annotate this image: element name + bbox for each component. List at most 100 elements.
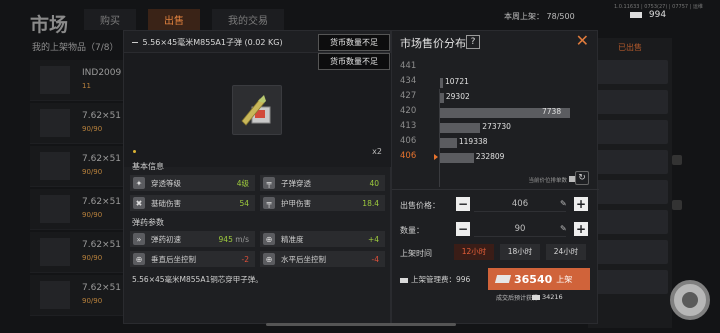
list-item[interactable]: 7.62×51 90/90 xyxy=(30,275,126,316)
item-thumb xyxy=(40,195,70,223)
list-item[interactable]: 7.62×51 90/90 xyxy=(30,103,126,144)
quantity-input[interactable]: 90 xyxy=(474,221,566,237)
damage-icon: ✖ xyxy=(133,197,145,209)
menu-icon[interactable] xyxy=(672,200,682,210)
hint-text: 当前价位排单数 xyxy=(528,178,567,184)
stat-name: 精准度 xyxy=(281,234,304,244)
market-tabs: 购买 出售 我的交易 xyxy=(84,9,284,30)
stat-name: 基础伤害 xyxy=(151,198,181,208)
close-icon[interactable]: ✕ xyxy=(576,33,589,49)
price-row[interactable]: 420 7738 xyxy=(392,106,599,120)
item-sub: 11 xyxy=(82,82,91,90)
price-row[interactable]: 413 273730 xyxy=(392,121,599,135)
list-item[interactable] xyxy=(592,60,668,84)
market-title: 市场 xyxy=(30,14,69,36)
price-distribution-panel: 市场售价分布 ? ✕ 441 434 10721 427 29302 420 7738 413… xyxy=(391,30,599,324)
item-sub: 90/90 xyxy=(82,125,103,133)
price-value: 427 xyxy=(400,91,417,101)
weekly-label: 本周上架： xyxy=(504,12,544,21)
cash-icon xyxy=(630,11,642,18)
panel-title: 市场售价分布 xyxy=(400,37,466,50)
stat-value: +4 xyxy=(367,234,379,244)
quantity-plus-button[interactable]: + xyxy=(574,222,588,236)
list-item[interactable] xyxy=(592,120,668,144)
price-minus-button[interactable]: − xyxy=(456,197,470,211)
item-sub: 90/90 xyxy=(82,254,103,262)
my-listings-list: IND2009 11 7.62×51 90/90 7.62×51 90/90 7.62… xyxy=(30,60,126,318)
list-item[interactable]: IND2009 11 xyxy=(30,60,126,101)
list-item[interactable] xyxy=(592,150,668,174)
quantity-bar xyxy=(440,123,481,133)
list-item[interactable] xyxy=(592,270,668,294)
price-value: 434 xyxy=(400,76,417,86)
price-row[interactable]: 441 xyxy=(392,61,599,75)
stat-muzzle-velocity: » 弹药初速 945 m/s xyxy=(130,231,255,247)
settings-icon[interactable] xyxy=(672,155,682,165)
price-label: 出售价格： xyxy=(400,201,440,210)
item-title: 7.62×51 xyxy=(82,283,122,293)
price-plus-button[interactable]: + xyxy=(574,197,588,211)
tooltip-line: 货币数量不足 xyxy=(318,53,390,70)
edit-quantity-icon[interactable]: ✎ xyxy=(560,224,567,233)
item-detail-panel: 5.56×45毫米M855A1子弹 (0.02 KG) x2 基本信息 ✦ 穿透… xyxy=(123,30,392,324)
list-item[interactable] xyxy=(592,180,668,204)
time-12h-button[interactable]: 12小时 xyxy=(454,244,494,260)
floating-action-button[interactable] xyxy=(670,280,710,320)
my-listings-label: 我的上架物品（7/8） xyxy=(32,43,119,53)
item-thumb xyxy=(40,281,70,309)
penetration-icon: ✦ xyxy=(133,177,145,189)
edit-price-icon[interactable]: ✎ xyxy=(560,199,567,208)
list-item[interactable]: 7.62×51 90/90 xyxy=(30,189,126,230)
stat-name: 垂直后坐控制 xyxy=(151,254,196,264)
list-item-button[interactable]: 36540 上架 xyxy=(488,268,590,290)
tab-sell[interactable]: 出售 xyxy=(148,9,200,30)
stat-base-damage: ✖ 基础伤害 54 xyxy=(130,195,255,211)
price-row[interactable]: 406 119338 xyxy=(392,136,599,150)
time-18h-button[interactable]: 18小时 xyxy=(500,244,540,260)
item-count: x2 xyxy=(372,147,382,156)
item-sub: 90/90 xyxy=(82,168,103,176)
tab-my-trades[interactable]: 我的交易 xyxy=(212,9,284,30)
list-item[interactable]: 7.62×51 90/90 xyxy=(30,232,126,273)
price-input[interactable]: 406 xyxy=(474,196,566,212)
quantity-value: 29302 xyxy=(445,92,470,101)
horizontal-recoil-icon: ⊕ xyxy=(263,253,275,265)
price-row[interactable]: 406 232809 xyxy=(392,151,599,165)
price-row[interactable]: 434 10721 xyxy=(392,76,599,90)
help-icon[interactable]: ? xyxy=(466,35,480,49)
stat-name: 子弹穿透 xyxy=(281,178,311,188)
current-price-arrow-icon xyxy=(434,154,438,160)
stat-value: -4 xyxy=(371,254,379,264)
price-row[interactable]: 427 29302 xyxy=(392,91,599,105)
price-value: 413 xyxy=(400,121,417,131)
item-thumb xyxy=(40,238,70,266)
listing-amount: 36540 xyxy=(514,272,553,286)
vertical-recoil-icon: ⊕ xyxy=(133,253,145,265)
crosshair-icon: ⊕ xyxy=(263,233,275,245)
stat-vertical-recoil: ⊕ 垂直后坐控制 -2 xyxy=(130,251,255,267)
list-item[interactable] xyxy=(592,210,668,234)
quantity-bar xyxy=(440,78,443,88)
list-item[interactable] xyxy=(592,90,668,114)
stat-penetration-level: ✦ 穿透等级 4级 xyxy=(130,175,255,191)
quantity-bar xyxy=(440,138,457,148)
refresh-icon[interactable]: ↻ xyxy=(575,171,589,185)
price-value: 441 xyxy=(400,61,417,71)
sold-list xyxy=(592,60,668,300)
stat-name: 穿透等级 xyxy=(151,178,181,188)
expected-amount: 34216 xyxy=(542,293,563,301)
basic-info-label: 基本信息 xyxy=(132,162,164,171)
listing-time-label: 上架时间 xyxy=(400,249,432,258)
time-24h-button[interactable]: 24小时 xyxy=(546,244,586,260)
tab-buy[interactable]: 购买 xyxy=(84,9,136,30)
collapse-icon[interactable] xyxy=(132,42,138,43)
insufficient-funds-tooltip: 货币数量不足 货币数量不足 xyxy=(318,34,390,72)
list-item[interactable] xyxy=(592,240,668,264)
item-title: 5.56×45毫米M855A1子弹 (0.02 KG) xyxy=(142,38,283,47)
quantity-minus-button[interactable]: − xyxy=(456,222,470,236)
list-item[interactable]: 7.62×51 90/90 xyxy=(30,146,126,187)
home-indicator xyxy=(266,323,456,326)
stat-bullet-penetration: ╤ 子弹穿透 40 xyxy=(260,175,385,191)
stat-armor-damage: ╤ 护甲伤害 18.4 xyxy=(260,195,385,211)
listing-fee: 上架管理费：996 xyxy=(400,274,470,285)
